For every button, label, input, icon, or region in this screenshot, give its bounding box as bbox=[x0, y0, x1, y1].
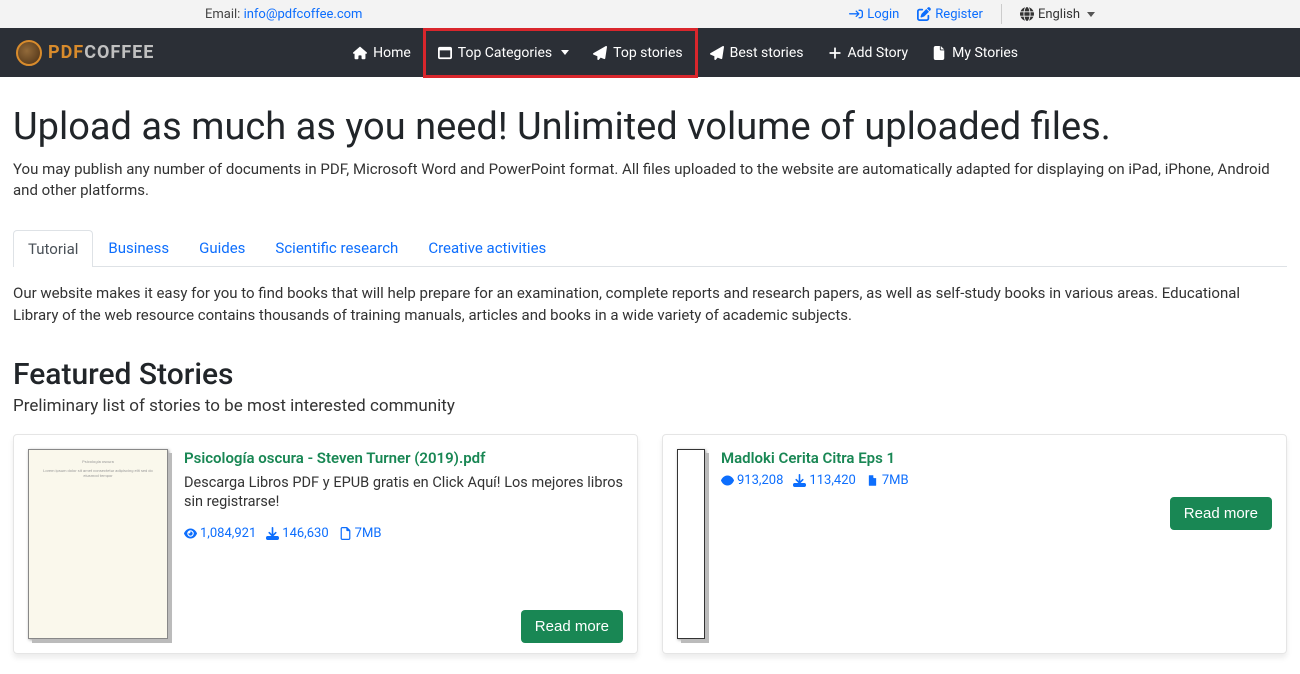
register-label: Register bbox=[935, 7, 983, 22]
file-icon bbox=[866, 474, 879, 487]
brand-logo-icon bbox=[16, 40, 42, 66]
views-stat: 1,084,921 bbox=[184, 526, 256, 541]
read-more-button[interactable]: Read more bbox=[521, 610, 623, 643]
brand-pdf: PDF bbox=[48, 42, 84, 63]
size-stat: 7MB bbox=[339, 526, 382, 541]
nav-top-stories[interactable]: Top stories bbox=[581, 31, 694, 75]
size-value: 7MB bbox=[355, 526, 382, 541]
grid-icon bbox=[438, 46, 452, 60]
downloads-value: 113,420 bbox=[809, 473, 855, 488]
story-title[interactable]: Psicología oscura - Steven Turner (2019)… bbox=[184, 449, 623, 467]
nav-add-story-label: Add Story bbox=[848, 45, 909, 61]
story-card: Psicología oscuraLorem ipsum dolor sit a… bbox=[13, 434, 638, 654]
highlighted-nav-box: Top Categories Top stories bbox=[423, 28, 698, 78]
story-body: Madloki Cerita Citra Eps 1 913,208 113,4… bbox=[721, 449, 1272, 639]
eye-icon bbox=[721, 474, 734, 487]
email-label: Email: bbox=[205, 7, 244, 22]
home-icon bbox=[353, 46, 367, 60]
featured-cards: Psicología oscuraLorem ipsum dolor sit a… bbox=[13, 434, 1287, 654]
chevron-down-icon bbox=[561, 50, 569, 55]
nav-top-categories-label: Top Categories bbox=[458, 45, 552, 61]
tab-scientific[interactable]: Scientific research bbox=[260, 229, 413, 266]
nav-my-stories-label: My Stories bbox=[952, 45, 1018, 61]
size-value: 7MB bbox=[882, 473, 909, 488]
paper-plane-icon bbox=[593, 46, 607, 60]
downloads-stat: 146,630 bbox=[266, 526, 328, 541]
chevron-down-icon bbox=[1087, 12, 1095, 17]
globe-icon bbox=[1020, 7, 1034, 21]
nav-my-stories[interactable]: My Stories bbox=[920, 31, 1030, 75]
views-stat: 913,208 bbox=[721, 473, 783, 488]
nav-best-stories-label: Best stories bbox=[730, 45, 804, 61]
brand-coffee: COFFEE bbox=[84, 42, 154, 63]
views-value: 913,208 bbox=[737, 473, 783, 488]
story-thumbnail[interactable]: Psicología oscuraLorem ipsum dolor sit a… bbox=[28, 449, 168, 639]
plus-icon bbox=[828, 46, 842, 60]
eye-icon bbox=[184, 527, 197, 540]
hero-title: Upload as much as you need! Unlimited vo… bbox=[13, 105, 1287, 149]
story-card: Madloki Cerita Citra Eps 1 913,208 113,4… bbox=[662, 434, 1287, 654]
downloads-stat: 113,420 bbox=[793, 473, 855, 488]
story-stats: 913,208 113,420 7MB bbox=[721, 473, 1272, 488]
register-link[interactable]: Register bbox=[917, 7, 983, 22]
story-body: Psicología oscura - Steven Turner (2019)… bbox=[184, 449, 623, 639]
file-icon bbox=[932, 46, 946, 60]
story-desc: Descarga Libros PDF y EPUB gratis en Cli… bbox=[184, 473, 623, 512]
nav-best-stories[interactable]: Best stories bbox=[698, 31, 816, 75]
download-icon bbox=[266, 527, 279, 540]
login-label: Login bbox=[867, 7, 899, 22]
nav-items: Home Top Categories Top stories Best sto… bbox=[341, 28, 1030, 78]
email-block: Email: info@pdfcoffee.com bbox=[205, 7, 362, 22]
nav-top-categories[interactable]: Top Categories bbox=[426, 31, 581, 75]
nav-home-label: Home bbox=[373, 45, 411, 61]
brand-name: PDFCOFFEE bbox=[48, 42, 154, 63]
top-right-links: Login Register English bbox=[849, 4, 1095, 24]
tab-business[interactable]: Business bbox=[93, 229, 184, 266]
file-icon bbox=[339, 527, 352, 540]
story-thumbnail[interactable] bbox=[677, 449, 705, 639]
main-navbar: PDFCOFFEE Home Top Categories Top storie… bbox=[0, 28, 1300, 77]
thumbnail-text: Psicología oscuraLorem ipsum dolor sit a… bbox=[29, 450, 167, 489]
nav-top-stories-label: Top stories bbox=[613, 45, 682, 61]
main-content: Upload as much as you need! Unlimited vo… bbox=[0, 77, 1300, 674]
email-link[interactable]: info@pdfcoffee.com bbox=[244, 7, 363, 22]
top-strip: Email: info@pdfcoffee.com Login Register… bbox=[0, 0, 1300, 28]
language-label: English bbox=[1038, 7, 1080, 22]
tab-guides[interactable]: Guides bbox=[184, 229, 260, 266]
language-selector[interactable]: English bbox=[1020, 7, 1095, 22]
size-stat: 7MB bbox=[866, 473, 909, 488]
featured-title: Featured Stories bbox=[13, 357, 1287, 392]
featured-subtitle: Preliminary list of stories to be most i… bbox=[13, 396, 1287, 416]
register-icon bbox=[917, 7, 931, 21]
views-value: 1,084,921 bbox=[200, 526, 256, 541]
paper-plane-icon bbox=[710, 46, 724, 60]
tab-description: Our website makes it easy for you to fin… bbox=[13, 283, 1287, 327]
hero-subtitle: You may publish any number of documents … bbox=[13, 159, 1287, 201]
read-more-button[interactable]: Read more bbox=[1170, 497, 1272, 530]
top-divider bbox=[1001, 4, 1002, 24]
story-title[interactable]: Madloki Cerita Citra Eps 1 bbox=[721, 449, 1272, 467]
login-icon bbox=[849, 7, 863, 21]
download-icon bbox=[793, 474, 806, 487]
tab-tutorial[interactable]: Tutorial bbox=[13, 230, 93, 267]
category-tabs: Tutorial Business Guides Scientific rese… bbox=[13, 229, 1287, 267]
nav-add-story[interactable]: Add Story bbox=[816, 31, 921, 75]
story-stats: 1,084,921 146,630 7MB bbox=[184, 526, 623, 541]
brand[interactable]: PDFCOFFEE bbox=[16, 40, 154, 66]
nav-home[interactable]: Home bbox=[341, 31, 423, 75]
tab-creative[interactable]: Creative activities bbox=[413, 229, 561, 266]
login-link[interactable]: Login bbox=[849, 7, 899, 22]
downloads-value: 146,630 bbox=[282, 526, 328, 541]
